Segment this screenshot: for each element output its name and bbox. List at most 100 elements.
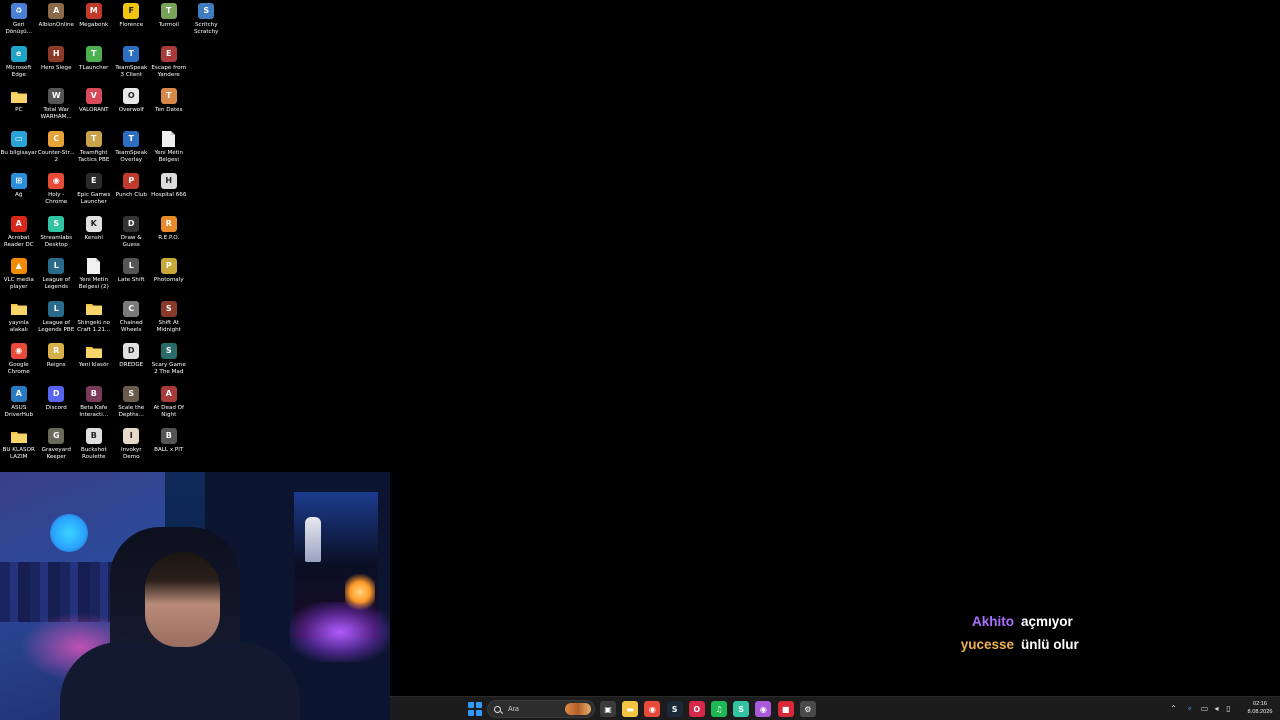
shift-at-midnight-icon: S: [160, 300, 177, 317]
desktop-icon-label: Escape from Yandere: [151, 64, 187, 78]
desktop-icon[interactable]: ⊞ Ağ: [0, 170, 38, 213]
desktop-icon[interactable]: D DREDGE: [113, 340, 151, 383]
desktop-icon[interactable]: T TLauncher: [75, 43, 113, 86]
desktop-icon[interactable]: P Photomaly: [150, 255, 188, 298]
hero-siege-icon: H: [48, 45, 65, 62]
desktop-icon[interactable]: ▭ Bu bilgisayar: [0, 128, 38, 171]
kenshi-icon: K: [85, 215, 102, 232]
desktop-icon-label: League of Legends PBE: [38, 319, 75, 333]
desktop-icon[interactable]: E Epic Games Launcher: [75, 170, 113, 213]
desktop-icon[interactable]: yayınla alakalı: [0, 298, 38, 341]
teamfight-tactics-icon: T: [85, 130, 102, 147]
chrome-profile-icon[interactable]: ◉: [755, 701, 772, 717]
speaker-icon[interactable]: ◂: [1212, 704, 1221, 713]
file-explorer-icon[interactable]: ▬: [622, 701, 639, 717]
desktop-icon[interactable]: L League of Legends: [38, 255, 76, 298]
desktop-icon[interactable]: S Shift At Midnight: [150, 298, 188, 341]
start-button[interactable]: [468, 702, 482, 716]
desktop-icon[interactable]: S Scale the Depths...: [113, 383, 151, 426]
settings-icon[interactable]: ⚙: [799, 701, 816, 717]
desktop-icon[interactable]: Shingeki no Craft 1.21...: [75, 298, 113, 341]
taskbar-clock[interactable]: 02:16 8.08.2026: [1243, 701, 1277, 716]
app-red-icon[interactable]: ■: [777, 701, 794, 717]
desktop-icon[interactable]: R R.E.P.O.: [150, 213, 188, 256]
beta-kafe-icon: B: [85, 385, 102, 402]
desktop-icon[interactable]: A AlbionOnline: [38, 0, 76, 43]
desktop-icon[interactable]: H Hospital 666: [150, 170, 188, 213]
desktop-icon[interactable]: e Microsoft Edge: [0, 43, 38, 86]
desktop-icon[interactable]: G Graveyard Keeper: [38, 425, 76, 468]
tlauncher-icon: T: [85, 45, 102, 62]
desktop-icon[interactable]: V VALORANT: [75, 85, 113, 128]
desktop-icon[interactable]: T Teamfight Tactics PBE: [75, 128, 113, 171]
desktop-icon[interactable]: Yeni klasör: [75, 340, 113, 383]
streamlabs-icon[interactable]: S: [733, 701, 750, 717]
desktop-icon[interactable]: E Escape from Yandere: [150, 43, 188, 86]
desktop-icon-label: DREDGE: [119, 362, 144, 368]
microphone-icon[interactable]: ∘: [1185, 704, 1194, 713]
desktop-icon[interactable]: M Megabonk: [75, 0, 113, 43]
desktop-icon[interactable]: ♻ Geri Dönüşü...: [0, 0, 38, 43]
desktop-icon[interactable]: Yeni Metin Belgesi (2): [75, 255, 113, 298]
desktop-icon[interactable]: B Beta Kafe Interacti...: [75, 383, 113, 426]
desktop-icon[interactable]: A At Dead Of Night: [150, 383, 188, 426]
total-war-warhammer-icon: W: [48, 88, 65, 104]
desktop-icon[interactable]: T TeamSpeak 3 Client: [113, 43, 151, 86]
desktop-icon[interactable]: C Chained Wheels: [113, 298, 151, 341]
acrobat-reader-icon: A: [10, 215, 27, 232]
desktop-icon[interactable]: BU KLASÖR LAZIM: [0, 425, 38, 468]
windows-logo-tile: [475, 709, 482, 716]
desktop-icon[interactable]: C Counter-Str... 2: [38, 128, 76, 171]
desktop-empty-slot: [188, 43, 226, 86]
desktop-icon[interactable]: T TeamSpeak Overlay: [113, 128, 151, 171]
desktop-icon[interactable]: A Acrobat Reader DC: [0, 213, 38, 256]
desktop-icon[interactable]: PC: [0, 85, 38, 128]
desktop-icon[interactable]: ◉ Holy - Chrome: [38, 170, 76, 213]
desktop-icon[interactable]: O Overwolf: [113, 85, 151, 128]
desktop-icon[interactable]: S Scritchy Scratchy: [188, 0, 226, 43]
desktop-icon[interactable]: I Invokyr Demo: [113, 425, 151, 468]
task-view-icon[interactable]: ▣: [600, 701, 616, 717]
battery-icon[interactable]: ▯: [1224, 704, 1233, 713]
desktop-icon[interactable]: Yeni Metin Belgesi: [150, 128, 188, 171]
desktop-icon[interactable]: B Buckshot Roulette: [75, 425, 113, 468]
search-placeholder: Ara: [508, 705, 519, 713]
desktop-icon[interactable]: D Discord: [38, 383, 76, 426]
chat-message-text: açmıyor: [1021, 614, 1073, 629]
desktop-icon[interactable]: W Total War WARHAM...: [38, 85, 76, 128]
spotify-icon[interactable]: ♫: [711, 701, 727, 717]
desktop-icon[interactable]: ◉ Google Chrome: [0, 340, 38, 383]
desktop-icon[interactable]: K Kenshi: [75, 213, 113, 256]
desktop-icon-label: Scale the Depths...: [118, 404, 145, 418]
desktop-icon[interactable]: R Reigns: [38, 340, 76, 383]
desktop-icon-label: Kenshi: [84, 234, 103, 241]
desktop-icon[interactable]: F Florence: [113, 0, 151, 43]
desktop-icon[interactable]: ▲ VLC media player: [0, 255, 38, 298]
desktop-icon[interactable]: B BALL x PIT: [150, 425, 188, 468]
opera-gx-icon[interactable]: O: [688, 701, 705, 717]
desktop-icon[interactable]: L League of Legends PBE: [38, 298, 76, 341]
desktop-icon[interactable]: H Hero Siege: [38, 43, 76, 86]
desktop-icon-label: Florence: [119, 22, 144, 28]
search-icon: [494, 705, 501, 713]
florence-icon: F: [123, 3, 140, 19]
desktop-icon[interactable]: D Draw & Guess: [113, 213, 151, 256]
chrome-icon[interactable]: ◉: [644, 701, 661, 717]
desktop-icon[interactable]: A ASUS DriverHub: [0, 383, 38, 426]
chat-username: yucesse: [960, 637, 1014, 652]
desktop-icon[interactable]: S Streamlabs Desktop: [38, 213, 76, 256]
taskbar-search-box[interactable]: Ara: [487, 700, 595, 718]
chevron-up-icon[interactable]: ⌃: [1169, 704, 1178, 713]
desktop-icon[interactable]: S Scary Game 2 The Mad S...: [150, 340, 188, 383]
invokyr-icon: I: [123, 428, 140, 444]
desktop-icon[interactable]: T Turmoil: [150, 0, 188, 43]
steam-icon[interactable]: S: [666, 701, 683, 717]
desktop-icon[interactable]: T Ten Dates: [150, 85, 188, 128]
desktop-icon-label: BALL x PIT: [154, 447, 184, 453]
desktop-icon[interactable]: P Punch Club: [113, 170, 151, 213]
desktop-icon[interactable]: L Late Shift: [113, 255, 151, 298]
network-icon[interactable]: ▭: [1200, 704, 1209, 713]
desktop-icon-label: Ten Dates: [154, 107, 183, 113]
teamspeak-overlay-icon: T: [123, 130, 140, 147]
network-icon: ⊞: [10, 173, 27, 189]
